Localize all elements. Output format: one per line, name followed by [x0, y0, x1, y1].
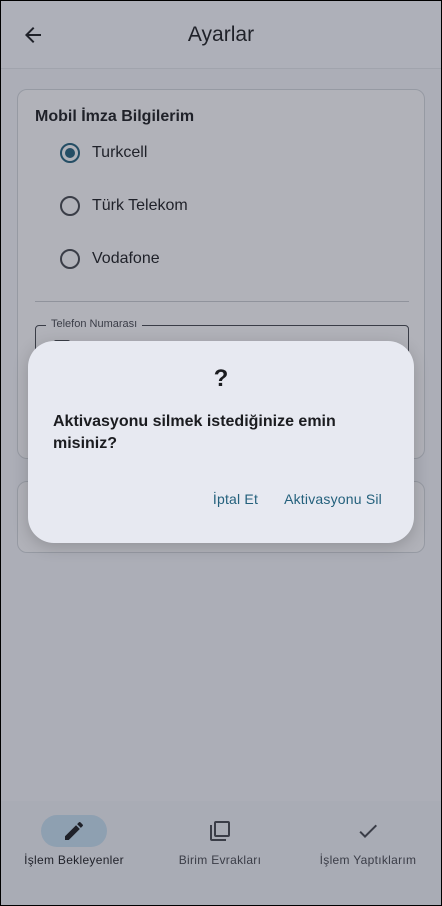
delete-activation-button[interactable]: Aktivasyonu Sil [284, 491, 382, 507]
question-icon: ? [213, 365, 229, 392]
app-screen: Ayarlar Mobil İmza Bilgilerim Turkcell T… [1, 1, 441, 905]
cancel-button[interactable]: İptal Et [213, 491, 258, 507]
dialog-actions: İptal Et Aktivasyonu Sil [213, 491, 382, 507]
dialog-message: Aktivasyonu silmek istediğinize emin mis… [53, 413, 336, 452]
confirm-dialog: ? Aktivasyonu silmek istediğinize emin m… [28, 341, 414, 543]
